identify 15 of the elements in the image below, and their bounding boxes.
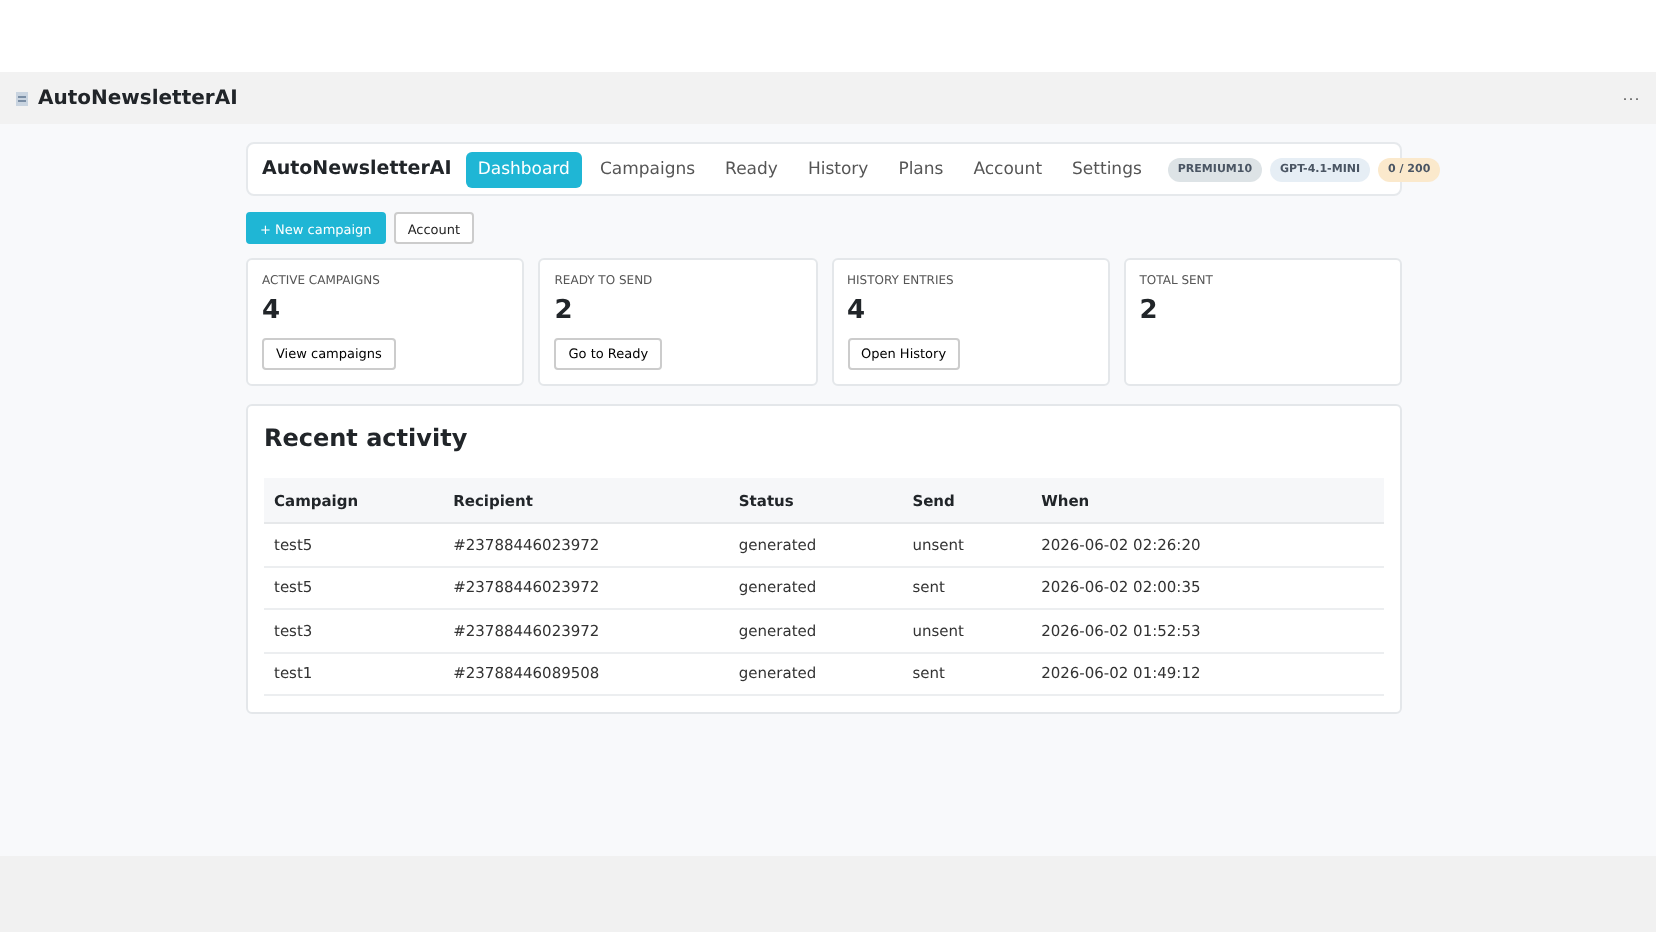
nav-tab[interactable]: Ready xyxy=(713,151,790,187)
nav-tab[interactable]: Plans xyxy=(886,151,956,187)
stat-value: 4 xyxy=(847,296,868,328)
window-title: AutoNewsletterAI xyxy=(38,87,240,109)
stat-value: 2 xyxy=(554,296,575,328)
stat-value: 4 xyxy=(262,296,283,328)
stat-value: 2 xyxy=(1139,296,1160,328)
app-icon xyxy=(16,91,28,105)
nav-tab[interactable]: Settings xyxy=(1060,151,1154,187)
menu-button[interactable]: ··· xyxy=(1622,88,1640,108)
nav-tab[interactable]: Campaigns xyxy=(587,151,708,187)
nav-tab[interactable]: History xyxy=(795,151,881,187)
nav-tab[interactable]: Account xyxy=(961,151,1055,187)
section-title: Recent activity xyxy=(264,422,470,454)
brand-name: AutoNewsletterAI xyxy=(262,158,452,180)
